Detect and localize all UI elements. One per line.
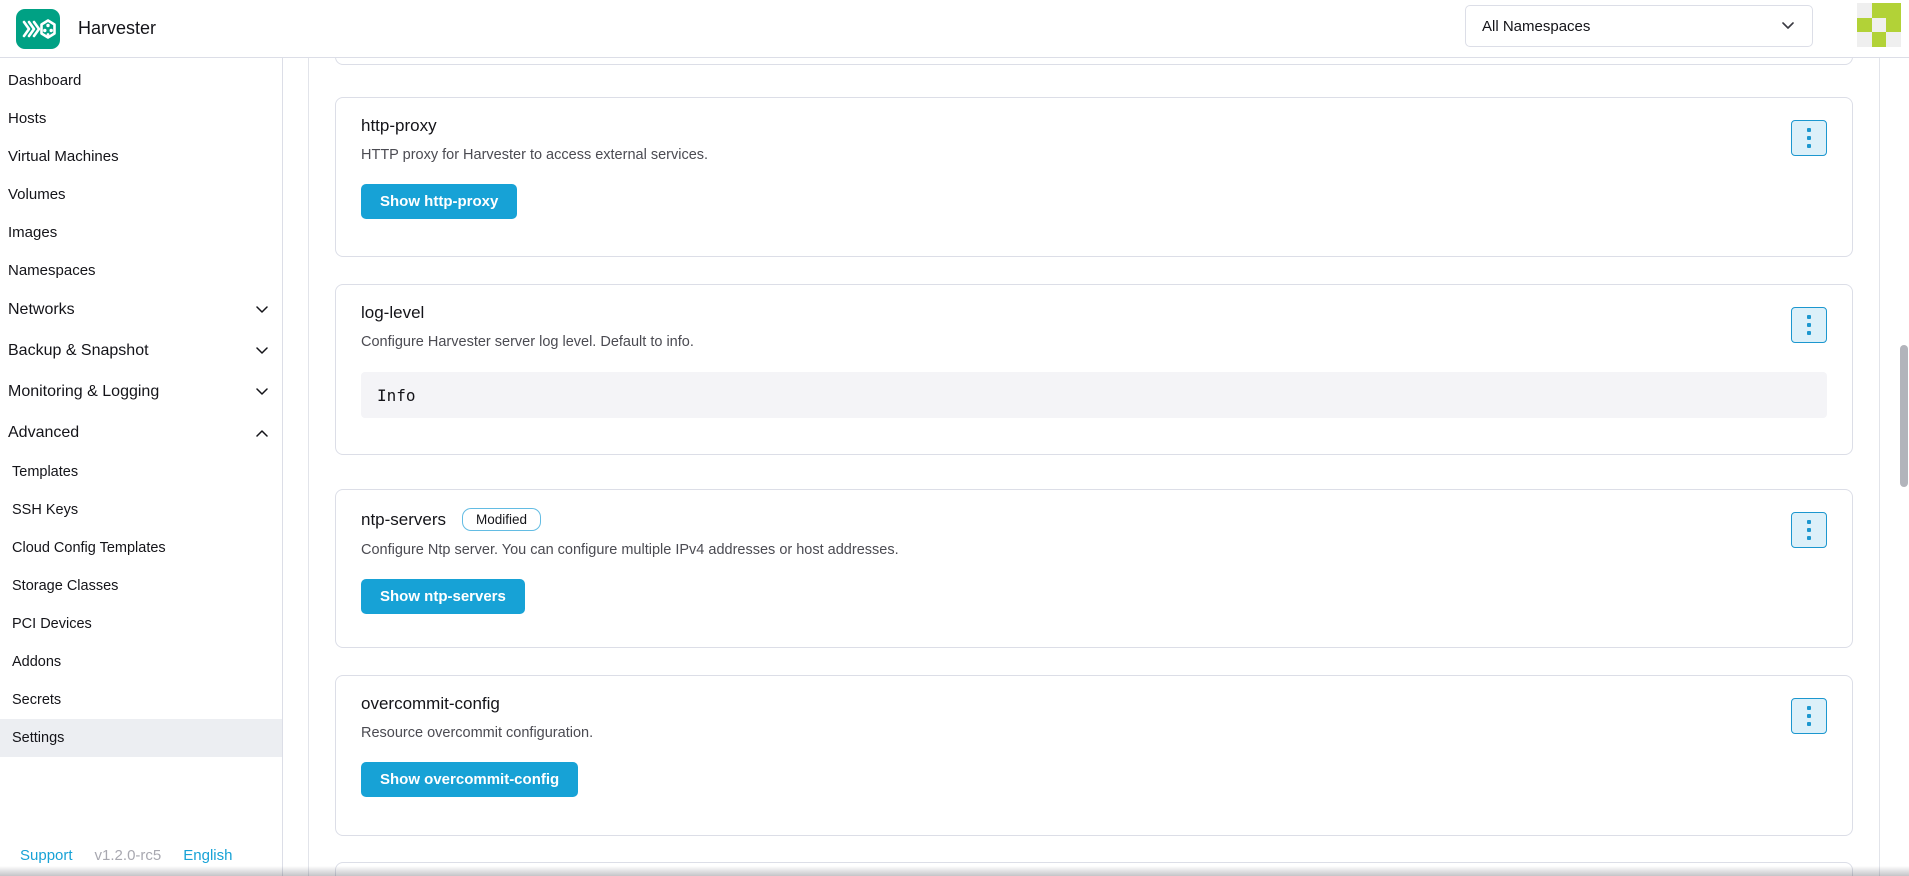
kebab-icon <box>1807 706 1811 710</box>
setting-value: Info <box>361 372 1827 418</box>
setting-name: log-level <box>361 303 424 323</box>
setting-description: Configure Ntp server. You can configure … <box>361 542 1827 558</box>
sidebar-item-pci-devices[interactable]: PCI Devices <box>0 605 282 643</box>
sidebar-item-settings[interactable]: Settings <box>0 719 282 757</box>
setting-name: overcommit-config <box>361 694 500 714</box>
sidebar-item-templates[interactable]: Templates <box>0 453 282 491</box>
setting-name: http-proxy <box>361 116 437 136</box>
sidebar-group-backup-snapshot[interactable]: Backup & Snapshot <box>0 330 282 371</box>
app-title: Harvester <box>78 18 156 39</box>
vertical-scrollbar-thumb[interactable] <box>1900 345 1908 487</box>
show-overcommit-config-button[interactable]: Show overcommit-config <box>361 762 578 797</box>
sidebar-item-volumes[interactable]: Volumes <box>0 175 282 213</box>
support-link[interactable]: Support <box>20 847 73 864</box>
sidebar-group-networks[interactable]: Networks <box>0 289 282 330</box>
settings-card-log-level: log-level Configure Harvester server log… <box>335 284 1853 455</box>
namespace-filter-dropdown[interactable]: All Namespaces <box>1465 5 1813 47</box>
card-actions-menu-button[interactable] <box>1791 698 1827 734</box>
chevron-down-icon <box>256 388 268 396</box>
harvester-logo-icon <box>16 9 60 49</box>
sidebar-item-images[interactable]: Images <box>0 213 282 251</box>
card-actions-menu-button[interactable] <box>1791 512 1827 548</box>
settings-card-overcommit-config: overcommit-config Resource overcommit co… <box>335 675 1853 836</box>
language-link[interactable]: English <box>183 847 232 864</box>
sidebar-group-monitoring-logging[interactable]: Monitoring & Logging <box>0 371 282 412</box>
setting-name: ntp-servers <box>361 510 446 530</box>
chevron-up-icon <box>256 429 268 437</box>
setting-description: Configure Harvester server log level. De… <box>361 334 1827 350</box>
settings-card-ntp-servers: ntp-servers Modified Configure Ntp serve… <box>335 489 1853 648</box>
chevron-down-icon <box>256 347 268 355</box>
sidebar-footer: Support v1.2.0-rc5 English <box>0 847 283 864</box>
sidebar: Dashboard Hosts Virtual Machines Volumes… <box>0 58 283 876</box>
card-actions-menu-button[interactable] <box>1791 307 1827 343</box>
sidebar-item-storage-classes[interactable]: Storage Classes <box>0 567 282 605</box>
top-header: Harvester All Namespaces <box>0 0 1909 58</box>
sidebar-item-secrets[interactable]: Secrets <box>0 681 282 719</box>
kebab-icon <box>1807 315 1811 319</box>
kebab-icon <box>1807 128 1811 132</box>
settings-card-partial-bottom <box>335 862 1853 876</box>
sidebar-item-virtual-machines[interactable]: Virtual Machines <box>0 137 282 175</box>
settings-card-http-proxy: http-proxy HTTP proxy for Harvester to a… <box>335 97 1853 257</box>
version-label: v1.2.0-rc5 <box>95 847 162 864</box>
main-right-divider <box>1879 58 1880 876</box>
modified-badge: Modified <box>462 508 541 531</box>
harvester-app: http-proxy HTTP proxy for Harvester to a… <box>0 0 1909 876</box>
sidebar-item-cloud-config-templates[interactable]: Cloud Config Templates <box>0 529 282 567</box>
namespace-filter-value: All Namespaces <box>1482 18 1782 35</box>
card-actions-menu-button[interactable] <box>1791 120 1827 156</box>
sidebar-nav: Dashboard Hosts Virtual Machines Volumes… <box>0 58 282 757</box>
setting-description: Resource overcommit configuration. <box>361 725 1827 741</box>
chevron-down-icon <box>1782 22 1794 30</box>
show-ntp-servers-button[interactable]: Show ntp-servers <box>361 579 525 614</box>
sidebar-item-addons[interactable]: Addons <box>0 643 282 681</box>
main-left-divider <box>308 58 309 876</box>
sidebar-item-dashboard[interactable]: Dashboard <box>0 61 282 99</box>
kebab-icon <box>1807 520 1811 524</box>
sidebar-item-ssh-keys[interactable]: SSH Keys <box>0 491 282 529</box>
sidebar-item-hosts[interactable]: Hosts <box>0 99 282 137</box>
sidebar-item-namespaces[interactable]: Namespaces <box>0 251 282 289</box>
chevron-down-icon <box>256 306 268 314</box>
show-http-proxy-button[interactable]: Show http-proxy <box>361 184 517 219</box>
user-avatar[interactable] <box>1857 3 1901 47</box>
setting-description: HTTP proxy for Harvester to access exter… <box>361 147 1827 163</box>
sidebar-group-advanced[interactable]: Advanced <box>0 412 282 453</box>
